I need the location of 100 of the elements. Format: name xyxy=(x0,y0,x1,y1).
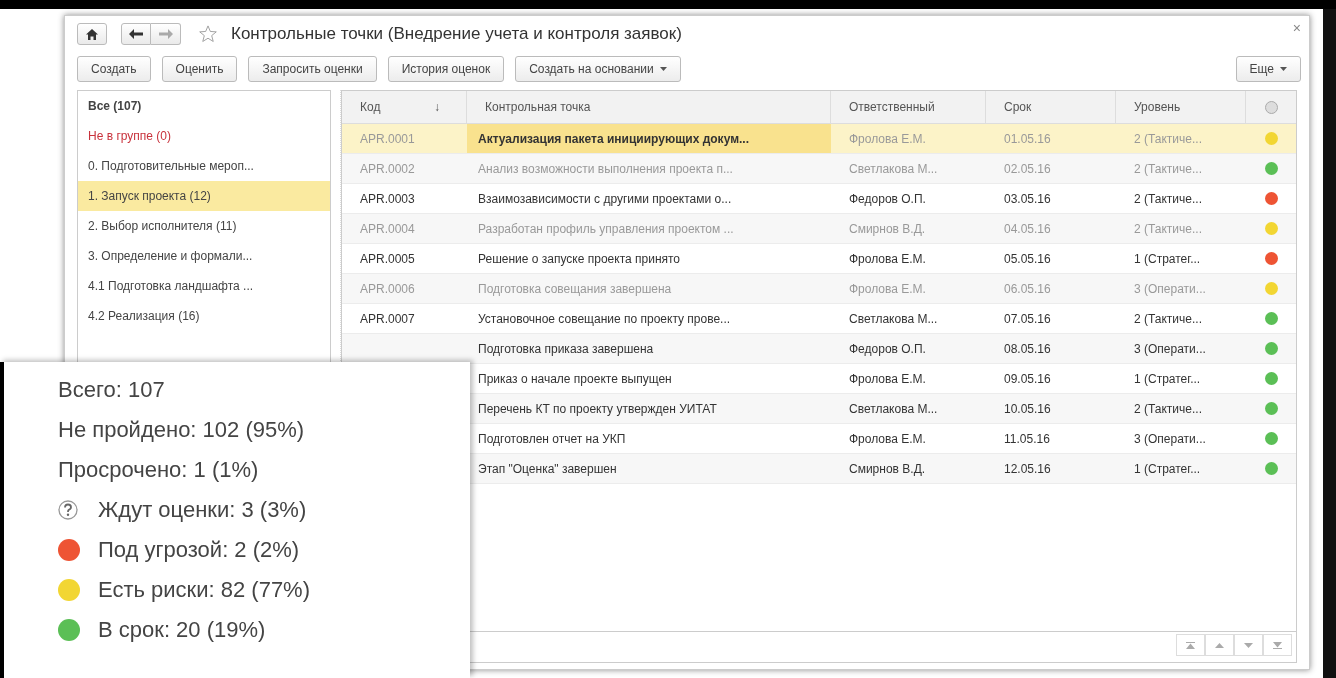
legend-text: Всего: 107 xyxy=(58,377,165,403)
table-cell: APR.0002 xyxy=(360,161,415,176)
column-header[interactable]: Уровень xyxy=(1116,91,1246,123)
table-cell: APR.0007 xyxy=(360,311,415,326)
table-cell: Перечень КТ по проекту утвержден УИТАТ xyxy=(478,401,717,416)
table-cell: 2 (Тактиче... xyxy=(1134,311,1202,326)
group-item[interactable]: 4.1 Подготовка ландшафта ... xyxy=(78,271,330,301)
group-item[interactable]: 0. Подготовительные мероп... xyxy=(78,151,330,181)
table-cell: 09.05.16 xyxy=(1004,371,1051,386)
first-arrow-icon xyxy=(1186,641,1195,649)
table-cell: Фролова Е.М. xyxy=(849,281,926,296)
table-cell: 11.05.16 xyxy=(1004,431,1050,446)
toolbar-button[interactable]: Оценить xyxy=(161,56,238,82)
table-cell: Разработан профиль управления проектом ... xyxy=(478,221,734,236)
table-cell: Анализ возможности выполнения проекта п... xyxy=(478,161,733,176)
legend-text: В срок: 20 (19%) xyxy=(98,617,266,643)
table-cell: 1 (Стратег... xyxy=(1134,371,1201,386)
table-cell: Федоров О.П. xyxy=(849,191,926,206)
legend-text: Под угрозой: 2 (2%) xyxy=(98,537,300,563)
close-button[interactable]: × xyxy=(1292,20,1301,36)
table-cell: 2 (Тактиче... xyxy=(1134,161,1202,176)
table-cell: 03.05.16 xyxy=(1004,191,1051,206)
toolbar-button[interactable]: Создать на основании xyxy=(515,56,681,82)
more-button[interactable]: Еще xyxy=(1235,56,1301,82)
group-item[interactable]: 4.2 Реализация (16) xyxy=(78,301,330,331)
table-cell: Фролова Е.М. xyxy=(849,131,926,146)
toolbar-button[interactable]: История оценок xyxy=(387,56,505,82)
table-row[interactable]: APR.0001 Актуализация пакета инициирующих докум... Фролова Е.М. 01.05.16 2 (Тактиче... xyxy=(342,124,1296,154)
table-cell: 2 (Тактиче... xyxy=(1134,221,1202,236)
up-arrow-icon xyxy=(1215,642,1224,648)
table-cell: APR.0006 xyxy=(360,281,415,296)
table-cell: 2 (Тактиче... xyxy=(1134,131,1202,146)
question-icon xyxy=(58,500,78,520)
group-item[interactable]: Не в группе (0) xyxy=(78,121,330,151)
column-header[interactable]: Срок xyxy=(986,91,1116,123)
table-cell: 3 (Операти... xyxy=(1134,341,1206,356)
toolbar-button[interactable]: Запросить оценки xyxy=(248,56,377,82)
group-item[interactable]: 1. Запуск проекта (12) xyxy=(78,181,330,211)
table-cell: 12.05.16 xyxy=(1004,461,1051,476)
scroll-last-button[interactable] xyxy=(1263,634,1292,656)
sort-arrow: ↓ xyxy=(434,100,440,114)
scroll-down-button[interactable] xyxy=(1234,634,1263,656)
window-title: Контрольные точки (Внедрение учета и контроля заявок) xyxy=(231,24,682,44)
table-cell: Подготовка совещания завершена xyxy=(478,281,672,296)
column-header[interactable]: Ответственный xyxy=(831,91,986,123)
table-cell: 06.05.16 xyxy=(1004,281,1051,296)
table-cell: 2 (Тактиче... xyxy=(1134,401,1202,416)
legend-text: Просрочено: 1 (1%) xyxy=(58,457,259,483)
table-cell: 10.05.16 xyxy=(1004,401,1051,416)
down-arrow-icon xyxy=(1244,642,1253,648)
group-item[interactable]: 3. Определение и формали... xyxy=(78,241,330,271)
table-cell: 3 (Операти... xyxy=(1134,281,1206,296)
table-cell: Взаимозависимости с другими проектами о... xyxy=(478,191,732,206)
table-cell: Актуализация пакета инициирующих докум... xyxy=(478,131,750,146)
table-cell: APR.0001 xyxy=(360,131,415,146)
table-cell: Фролова Е.М. xyxy=(849,371,926,386)
table-cell: Фролова Е.М. xyxy=(849,431,926,446)
back-arrow-icon xyxy=(129,29,143,39)
table-cell: 2 (Тактиче... xyxy=(1134,191,1202,206)
table-cell: Федоров О.П. xyxy=(849,341,926,356)
status-circle-icon xyxy=(1264,100,1278,114)
table-cell: 1 (Стратег... xyxy=(1134,461,1201,476)
table-cell: Светлакова М... xyxy=(849,311,938,326)
back-button[interactable] xyxy=(121,23,151,45)
table-cell: Подготовлен отчет на УКП xyxy=(478,431,626,446)
table-cell: Этап "Оценка" завершен xyxy=(478,461,617,476)
star-icon[interactable] xyxy=(199,25,217,43)
table-cell: 1 (Стратег... xyxy=(1134,251,1201,266)
table-row[interactable]: Подготовка приказа завершена Федоров О.П. 08.05.16 3 (Операти... xyxy=(342,334,1296,364)
toolbar-button[interactable]: Создать xyxy=(77,56,151,82)
table-cell: 08.05.16 xyxy=(1004,341,1051,356)
legend-text: Ждут оценки: 3 (3%) xyxy=(98,497,307,523)
table-cell: Приказ о начале проекте выпущен xyxy=(478,371,672,386)
last-arrow-icon xyxy=(1273,641,1282,649)
table-cell: 05.05.16 xyxy=(1004,251,1051,266)
column-header[interactable]: Код ↓ xyxy=(342,91,467,123)
table-cell: 3 (Операти... xyxy=(1134,431,1206,446)
table-cell: APR.0004 xyxy=(360,221,415,236)
table-cell: 01.05.16 xyxy=(1004,131,1051,146)
scroll-up-button[interactable] xyxy=(1205,634,1234,656)
table-cell: 04.05.16 xyxy=(1004,221,1051,236)
home-button[interactable] xyxy=(77,23,107,45)
table-cell: 02.05.16 xyxy=(1004,161,1051,176)
table-cell: Решение о запуске проекта принято xyxy=(478,251,681,266)
table-cell: Светлакова М... xyxy=(849,161,938,176)
legend-text: Не пройдено: 102 (95%) xyxy=(58,417,305,443)
table-cell: Фролова Е.М. xyxy=(849,251,926,266)
table-cell: APR.0005 xyxy=(360,251,415,266)
table-cell: Смирнов В.Д. xyxy=(849,221,926,236)
column-header[interactable]: Контрольная точка xyxy=(467,91,831,123)
group-item[interactable]: Все (107) xyxy=(78,91,330,121)
table-cell: Смирнов В.Д. xyxy=(849,461,926,476)
scroll-first-button[interactable] xyxy=(1176,634,1205,656)
table-cell: Установочное совещание по проекту прове... xyxy=(478,311,731,326)
forward-arrow-icon xyxy=(158,29,173,39)
group-item[interactable]: 2. Выбор исполнителя (11) xyxy=(78,211,330,241)
home-icon xyxy=(86,28,98,40)
table-cell: APR.0003 xyxy=(360,191,415,206)
table-cell: 07.05.16 xyxy=(1004,311,1051,326)
table-cell: Подготовка приказа завершена xyxy=(478,341,654,356)
